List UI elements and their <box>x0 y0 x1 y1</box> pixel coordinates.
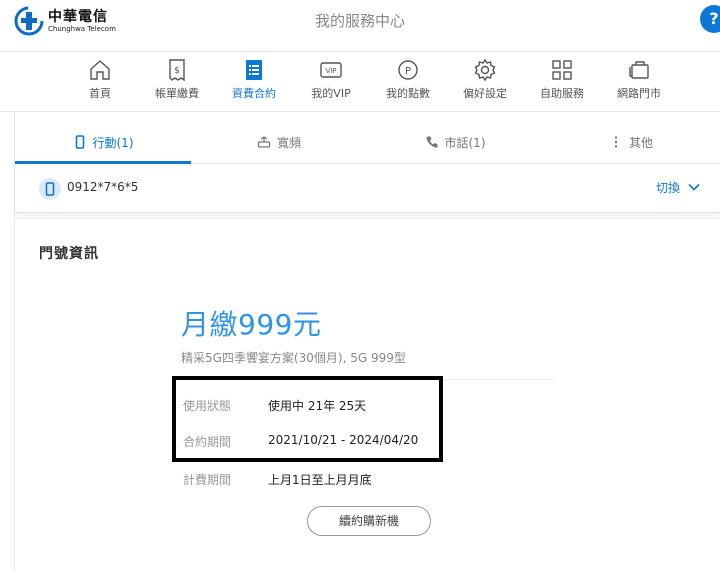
mobile-icon <box>39 178 61 200</box>
nav-label: 偏好設定 <box>463 87 507 100</box>
gear-icon <box>474 58 496 82</box>
phone-number: 0912*7*6*5 <box>67 180 139 194</box>
nav-item-home[interactable]: 首頁 <box>60 58 140 101</box>
billing-period-value: 上月1日至上月月底 <box>268 473 372 487</box>
nav-item-preferences[interactable]: 偏好設定 <box>445 58 525 101</box>
phone-number-bar: 0912*7*6*5 切換 <box>15 165 720 213</box>
number-info-card: 門號資訊 月繳999元 精采5G四季饗宴方案(30個月), 5G 999型 使用… <box>15 218 720 572</box>
svg-text:$: $ <box>174 66 180 76</box>
nav-label: 我的點數 <box>386 87 430 100</box>
section-title: 門號資訊 <box>39 246 99 262</box>
nav-label: 帳單繳費 <box>155 87 199 100</box>
switch-label: 切換 <box>655 181 680 195</box>
nav-item-online-store[interactable]: 網路門市 <box>599 58 679 101</box>
main-nav: 首頁 $ 帳單繳費 資費合約 VIP 我的VIP P 我的點數 偏好設定 自助服… <box>0 52 720 112</box>
home-icon <box>90 60 110 80</box>
vip-icon: VIP <box>320 62 342 78</box>
phone-icon <box>425 136 437 148</box>
svg-text:VIP: VIP <box>325 67 336 75</box>
router-icon <box>257 136 271 148</box>
shop-icon <box>629 61 649 79</box>
help-button[interactable]: ? <box>700 5 720 33</box>
tab-label: 行動(1) <box>92 136 134 150</box>
nav-label: 資費合約 <box>232 87 276 100</box>
service-tabs: 行動(1) 寬頻 市話(1) 其他 <box>15 126 720 164</box>
switch-number-button[interactable]: 切換 <box>656 179 700 196</box>
mobile-icon <box>75 135 84 149</box>
nav-item-contract[interactable]: 資費合約 <box>214 58 294 101</box>
nav-label: 我的VIP <box>311 87 351 100</box>
tab-mobile[interactable]: 行動(1) <box>15 126 191 164</box>
more-icon <box>614 136 618 148</box>
nav-label: 首頁 <box>89 87 111 100</box>
contract-icon <box>246 60 262 80</box>
tab-label: 市話(1) <box>444 136 486 150</box>
billing-period-label: 計費期間 <box>183 473 232 487</box>
points-icon: P <box>398 60 418 80</box>
tab-other[interactable]: 其他 <box>543 126 719 164</box>
tab-landline[interactable]: 市話(1) <box>367 126 543 164</box>
nav-label: 自助服務 <box>540 87 584 100</box>
monthly-price: 月繳999元 <box>181 308 322 341</box>
grid-icon <box>552 60 572 80</box>
nav-item-self-service[interactable]: 自助服務 <box>522 58 602 101</box>
tab-label: 其他 <box>628 136 653 150</box>
tab-label: 寬頻 <box>276 136 301 150</box>
nav-item-bill[interactable]: $ 帳單繳費 <box>137 58 217 101</box>
bill-icon: $ <box>169 59 185 82</box>
nav-label: 網路門市 <box>617 87 661 100</box>
nav-item-points[interactable]: P 我的點數 <box>368 58 448 101</box>
tab-broadband[interactable]: 寬頻 <box>191 126 367 164</box>
renew-button[interactable]: 續約購新機 <box>307 506 431 536</box>
nav-item-vip[interactable]: VIP 我的VIP <box>291 58 371 101</box>
highlight-box <box>172 376 443 462</box>
top-header: 中華電信 Chunghwa Telecom 我的服務中心 ? <box>0 0 720 52</box>
plan-name: 精采5G四季饗宴方案(30個月), 5G 999型 <box>181 351 406 365</box>
chevron-down-icon <box>688 183 700 191</box>
svg-text:P: P <box>405 66 411 77</box>
page-title: 我的服務中心 <box>314 12 405 30</box>
